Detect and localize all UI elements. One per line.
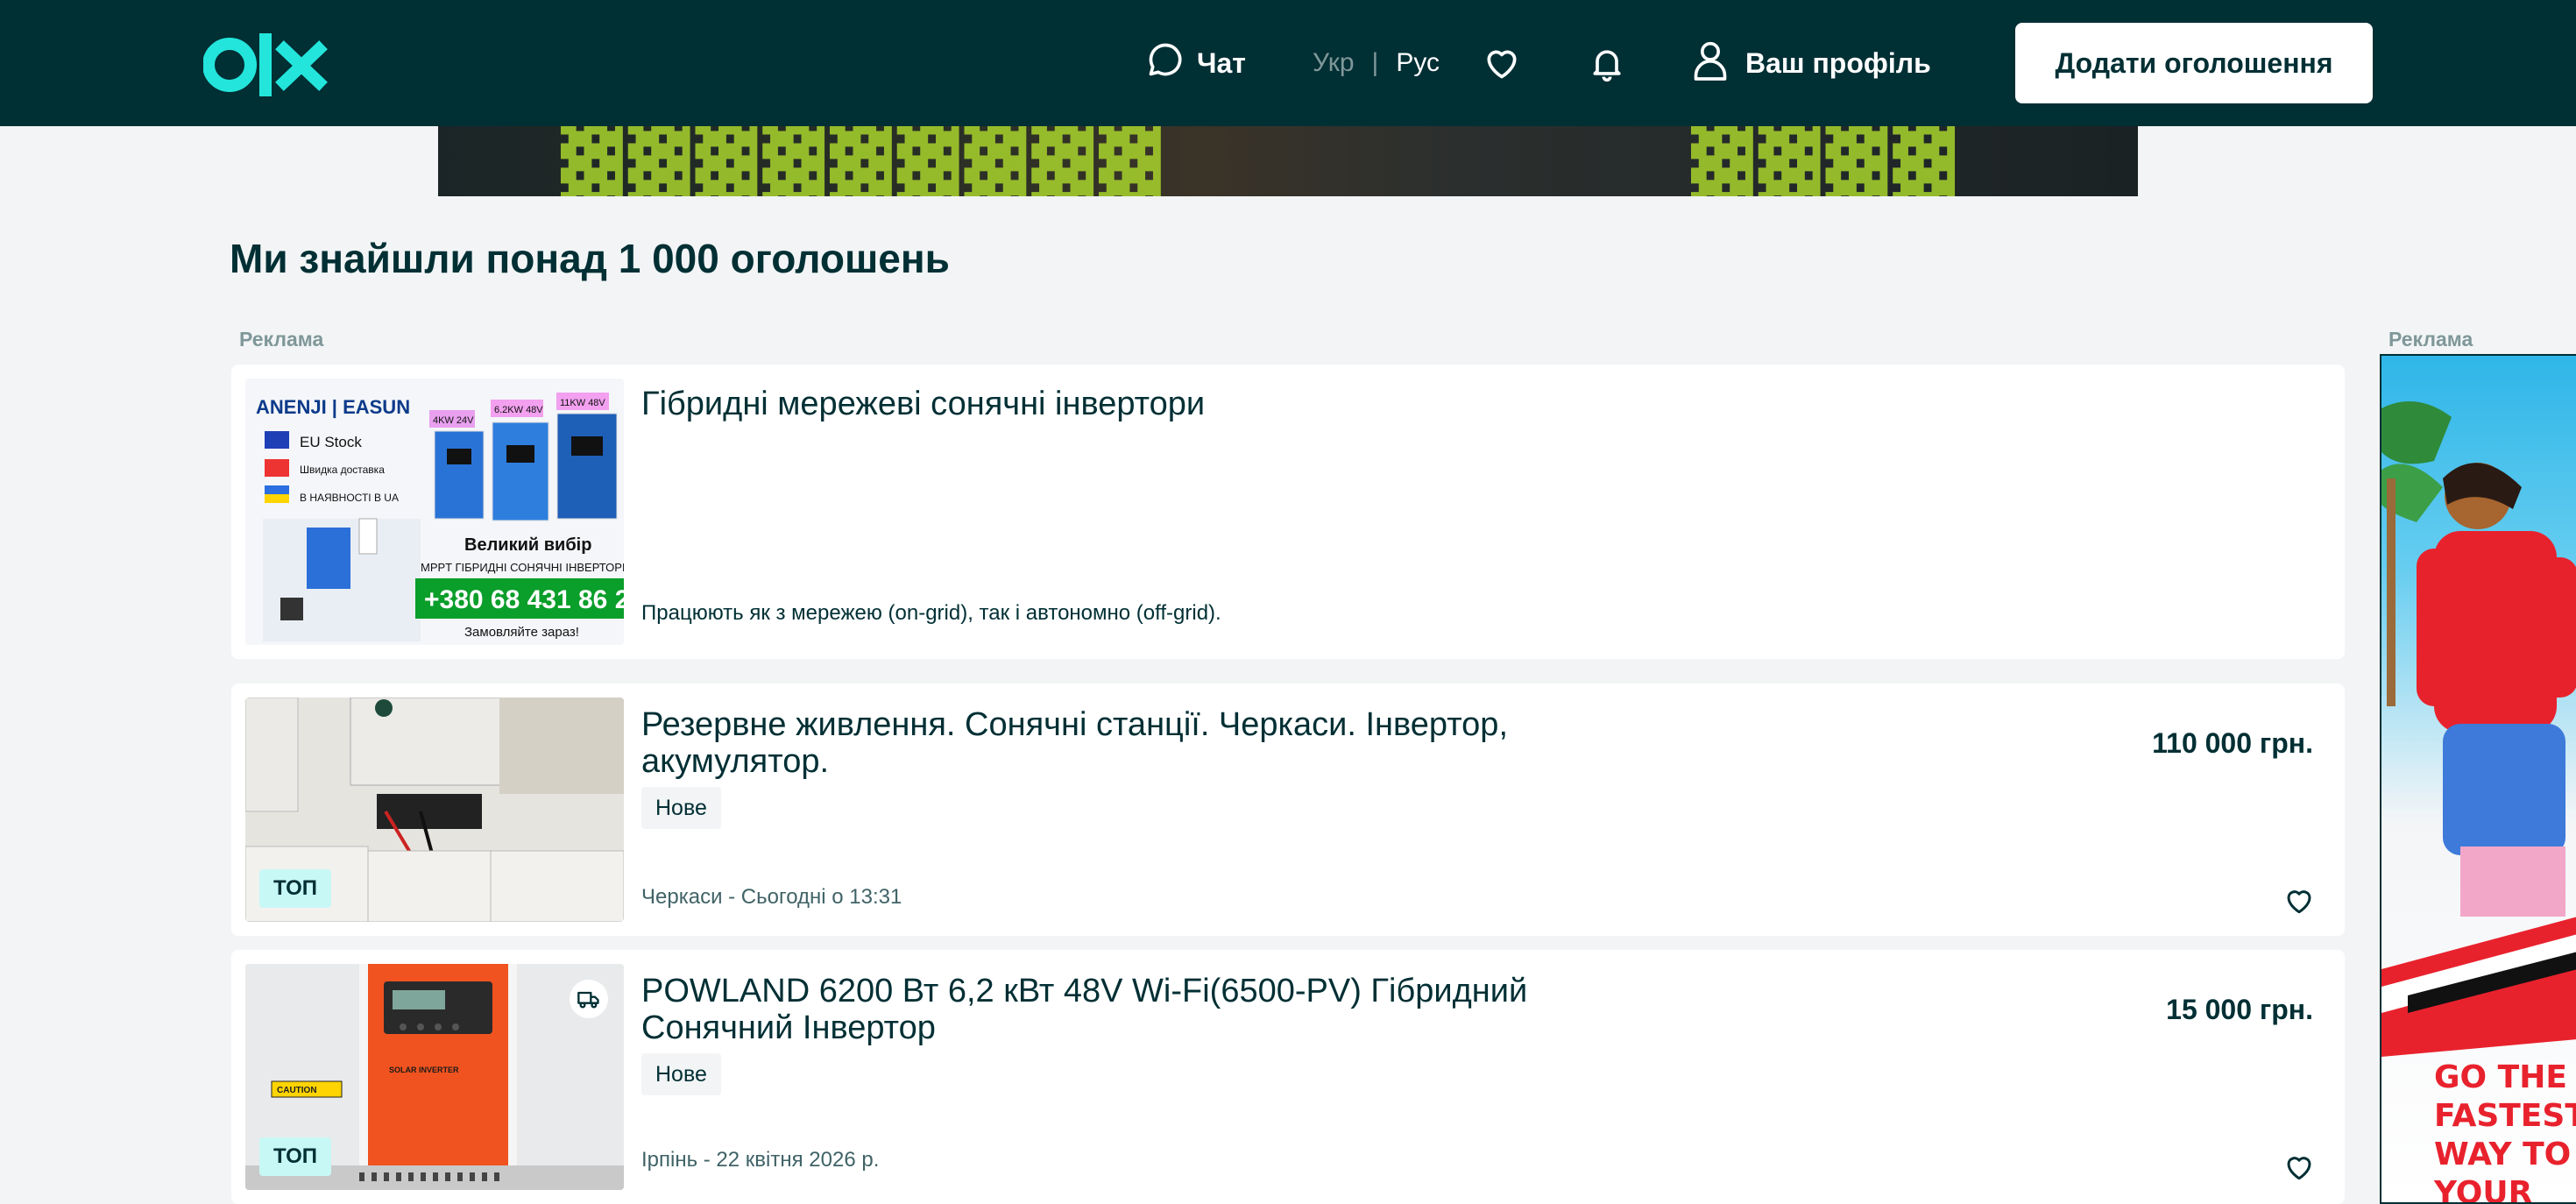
side-banner-ad[interactable]: GO THE FASTEST WAY TO YOUR HO bbox=[2380, 354, 2576, 1204]
svg-text:6.2KW 48V: 6.2KW 48V bbox=[494, 405, 543, 415]
listing-card[interactable]: SOLAR INVERTER CAUTION ТОП POWLAND 6200 … bbox=[231, 950, 2345, 1204]
listing-title[interactable]: Резервне живлення. Сонячні станції. Черк… bbox=[641, 706, 1623, 780]
chat-bubble-icon bbox=[1146, 40, 1185, 86]
notifications-bell-icon[interactable] bbox=[1584, 40, 1630, 86]
svg-text:+380 68 431 86 25: +380 68 431 86 25 bbox=[424, 585, 624, 614]
chat-label: Чат bbox=[1197, 46, 1246, 79]
top-banner-ad[interactable]: ▓▓▓▓▓▓▓▓▓ ▓▓▓▓ bbox=[438, 126, 2138, 196]
banner-decoration-right: ▓▓▓▓ bbox=[1691, 126, 1961, 196]
olx-logo[interactable] bbox=[202, 28, 333, 98]
sponsored-ad-description: Працюють як з мережею (on-grid), так і а… bbox=[641, 601, 1221, 625]
sponsored-ad-image: ANENJI | EASUN EU Stock Швидка доставка … bbox=[245, 379, 624, 645]
side-ad-slogan: GO THE FASTEST WAY TO YOUR HO bbox=[2434, 1059, 2576, 1204]
solar-inverter-label: SOLAR INVERTER bbox=[389, 1066, 459, 1074]
add-to-favorites-heart-icon[interactable] bbox=[2280, 882, 2318, 920]
banner-decoration: ▓▓▓▓▓▓▓▓▓ bbox=[561, 126, 1166, 196]
svg-text:Швидка доставка: Швидка доставка bbox=[300, 464, 385, 476]
profile-label: Ваш профіль bbox=[1745, 46, 1931, 79]
svg-text:Замовляйте зараз!: Замовляйте зараз! bbox=[464, 625, 579, 640]
condition-badge: Нове bbox=[641, 1053, 721, 1095]
user-icon bbox=[1691, 39, 1730, 88]
sponsored-ad-card[interactable]: ANENJI | EASUN EU Stock Швидка доставка … bbox=[231, 365, 2345, 659]
svg-text:Великий вибір: Великий вибір bbox=[464, 535, 591, 555]
ad-label-left: Реклама bbox=[239, 328, 324, 351]
ad-label-right: Реклама bbox=[2388, 328, 2473, 351]
listing-price: 15 000 грн. bbox=[2166, 994, 2313, 1025]
lang-rus[interactable]: Рус bbox=[1396, 48, 1440, 78]
listing-price: 110 000 грн. bbox=[2152, 727, 2313, 759]
listing-image: ТОП bbox=[245, 698, 624, 922]
listing-location-date: Ірпінь - 22 квітня 2026 р. bbox=[641, 1148, 880, 1172]
condition-badge: Нове bbox=[641, 787, 721, 829]
svg-text:11KW 48V: 11KW 48V bbox=[560, 398, 605, 408]
language-switcher: Укр | Рус bbox=[1313, 46, 1440, 81]
add-to-favorites-heart-icon[interactable] bbox=[2280, 1148, 2318, 1186]
ad-brand-text: ANENJI | EASUN bbox=[256, 396, 410, 418]
svg-text:CAUTION: CAUTION bbox=[277, 1086, 317, 1095]
listing-image: SOLAR INVERTER CAUTION ТОП bbox=[245, 964, 624, 1190]
lang-ukr[interactable]: Укр bbox=[1313, 48, 1355, 78]
results-count-title: Ми знайшли понад 1 000 оголошень bbox=[230, 236, 950, 281]
svg-text:4KW 24V: 4KW 24V bbox=[433, 415, 474, 426]
listing-card[interactable]: ТОП Резервне живлення. Сонячні станції. … bbox=[231, 683, 2345, 936]
svg-text:EU Stock: EU Stock bbox=[300, 434, 362, 450]
side-ad-illustration bbox=[2381, 401, 2576, 1057]
sponsored-ad-title[interactable]: Гібридні мережеві сонячні інвертори bbox=[641, 386, 1833, 422]
svg-text:MPPT ГІБРИДНІ СОНЯЧНІ ІНВЕРТОР: MPPT ГІБРИДНІ СОНЯЧНІ ІНВЕРТОРИ bbox=[421, 561, 624, 574]
listing-title[interactable]: POWLAND 6200 Вт 6,2 кВт 48V Wi-Fi(6500-P… bbox=[641, 973, 1623, 1046]
top-badge: ТОП bbox=[259, 1137, 331, 1176]
top-badge: ТОП bbox=[259, 869, 331, 908]
listing-location-date: Черкаси - Сьогодні о 13:31 bbox=[641, 885, 902, 909]
chat-link[interactable]: Чат bbox=[1146, 40, 1246, 86]
svg-text:В НАЯВНОСТІ В UA: В НАЯВНОСТІ В UA bbox=[300, 492, 399, 504]
add-listing-button[interactable]: Додати оголошення bbox=[2015, 23, 2373, 103]
top-navigation-bar: Чат Укр | Рус Ваш профіль Додати оголоше… bbox=[0, 0, 2576, 126]
profile-link[interactable]: Ваш профіль bbox=[1691, 39, 1931, 88]
delivery-truck-icon bbox=[570, 980, 608, 1018]
favorites-heart-icon[interactable] bbox=[1479, 40, 1525, 86]
lang-separator: | bbox=[1371, 48, 1379, 77]
